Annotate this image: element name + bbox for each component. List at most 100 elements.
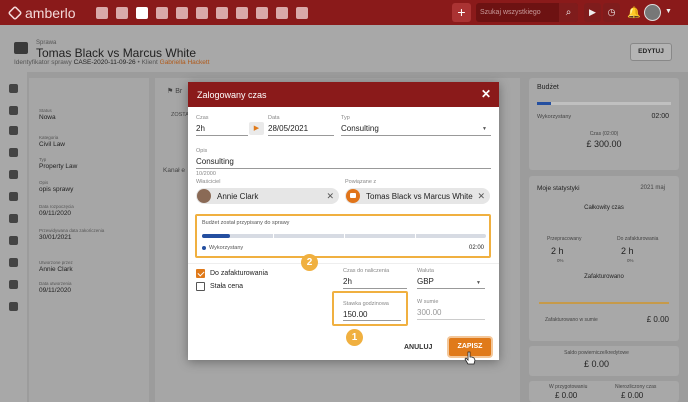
prepaid-value: £ 0.00 (583, 359, 610, 369)
time-label: Czas (196, 115, 209, 121)
related-chip[interactable]: Tomas Black vs Marcus White ✕ (345, 188, 490, 204)
type-select[interactable]: Property Law (39, 163, 77, 170)
folder-icon[interactable] (9, 258, 18, 267)
check-icon[interactable] (9, 148, 18, 157)
play-timer-icon[interactable]: ▶ (584, 3, 601, 22)
activity-subtab[interactable]: ZOSTA (171, 112, 189, 118)
fixed-price-checkbox[interactable] (196, 282, 205, 291)
category-label: Kategoria (39, 135, 59, 140)
institution-icon[interactable] (176, 6, 188, 19)
cases-icon[interactable] (136, 6, 148, 19)
time-icon[interactable] (9, 192, 18, 201)
bell-icon[interactable]: 🔔 (627, 6, 641, 19)
time-value[interactable]: 2h (196, 124, 209, 133)
hand-cursor-icon (464, 351, 476, 365)
cancel-button[interactable]: ANULUJ (404, 344, 432, 351)
budget-title: Budżet (537, 84, 559, 91)
planned-end-value[interactable]: 30/01/2021 (39, 234, 104, 241)
logo-icon (7, 5, 23, 20)
close-icon[interactable]: ✕ (481, 87, 491, 101)
created-date-value: 09/11/2020 (39, 287, 72, 294)
share-icon[interactable] (9, 126, 18, 135)
status-select[interactable]: Nowa (39, 114, 56, 121)
logo[interactable]: amberlo (7, 5, 88, 21)
timer-icon[interactable]: ◷ (603, 3, 620, 22)
case-id-label: Identyfikator sprawy (14, 59, 72, 66)
chevron-down-icon[interactable]: ▼ (482, 126, 487, 132)
dashboard-icon[interactable] (96, 6, 108, 19)
bill-time-value[interactable]: 2h (343, 277, 389, 286)
to-invoice-value: 2 h (621, 246, 634, 256)
dialog-title: Zalogowany czas (197, 90, 267, 100)
settings-icon[interactable] (9, 302, 18, 311)
billing-icon[interactable] (9, 236, 18, 245)
prepaid-label: Saldo powiernicze/kredytowe (564, 350, 629, 356)
date-field[interactable]: Data 28/05/2021 (268, 115, 308, 133)
search-icon[interactable]: ⌕ (559, 3, 578, 22)
list-icon[interactable] (9, 106, 18, 115)
remove-owner-icon[interactable]: ✕ (326, 191, 334, 202)
fixed-price-label[interactable]: Stała cena (210, 283, 243, 290)
budget-box: Budżet został przypisany do sprawy Wykor… (195, 214, 491, 258)
search-input[interactable]: Szukaj wszystkiego ⌕ (476, 3, 578, 22)
status-label: Status (39, 108, 52, 113)
related-label: Powiązane z (345, 179, 377, 185)
time-field[interactable]: Czas 2h (196, 115, 209, 133)
user-avatar[interactable] (644, 4, 661, 21)
client-link[interactable]: Gabriella Hackett (160, 59, 210, 66)
invoice-checkbox[interactable] (196, 269, 205, 278)
edit-button[interactable]: EDYTUJ (630, 43, 672, 61)
activity-tab[interactable]: ⚑ Br (167, 87, 182, 95)
description-field[interactable]: Opis Consulting (196, 148, 234, 166)
invoice-checkbox-label[interactable]: Do zafakturowania (210, 270, 268, 277)
budget-amount: £ 300.00 (586, 139, 622, 149)
currency-label: Waluta (417, 268, 434, 274)
budget-used-label: Wykorzystany (202, 245, 243, 251)
currency-field[interactable]: Waluta GBP (417, 268, 434, 286)
stats-period[interactable]: 2021 maj (640, 185, 665, 191)
planned-end-label: Przewidywana data zakończenia (39, 228, 105, 233)
budget-card: Budżet Wykorzystany 02:00 Czas (02:00) £… (529, 78, 679, 170)
invoice-icon[interactable] (256, 6, 268, 19)
bill-time-field[interactable]: Czas do naliczenia 2h (343, 268, 389, 286)
mail-icon[interactable] (276, 6, 288, 19)
invoiced-sum-label: Zafakturowano w sumie (545, 317, 598, 323)
created-date-label: Data utworzenia (39, 281, 72, 286)
to-invoice-pct: 0% (627, 258, 634, 263)
total-field: W sumie 300.00 (417, 299, 441, 317)
remove-related-icon[interactable]: ✕ (477, 191, 485, 202)
bill-time-label: Czas do naliczenia (343, 268, 390, 274)
budget-time-label: Czas (02:00) (589, 131, 619, 137)
stats-title[interactable]: Moje statystyki (537, 185, 580, 192)
history-icon[interactable] (216, 6, 228, 19)
play-icon[interactable]: ▶ (249, 122, 264, 135)
folder-icon[interactable] (236, 6, 248, 19)
type-value[interactable]: Consulting (341, 124, 379, 133)
worked-pct: 0% (557, 258, 564, 263)
transfer-icon[interactable] (9, 214, 18, 223)
owner-chip[interactable]: Annie Clark ✕ (196, 188, 339, 204)
type-field[interactable]: Typ Consulting (341, 115, 379, 133)
chevron-down-icon[interactable]: ▼ (476, 280, 481, 286)
book-icon[interactable] (9, 84, 18, 93)
created-by-value: Annie Clark (39, 266, 73, 273)
description-value[interactable]: opis sprawy (39, 186, 73, 193)
calendar-icon[interactable] (9, 170, 18, 179)
invoiced-sum-value: £ 0.00 (646, 315, 669, 324)
mail-icon[interactable] (9, 280, 18, 289)
description-value[interactable]: Consulting (196, 157, 234, 166)
documents-icon[interactable] (156, 6, 168, 19)
budget-used-value: 02:00 (468, 245, 484, 251)
budget-used-value: 02:00 (651, 113, 669, 120)
currency-value[interactable]: GBP (417, 277, 434, 286)
hourly-rate-input[interactable]: 150.00 (343, 310, 367, 319)
contacts-icon[interactable] (116, 6, 128, 19)
date-value[interactable]: 28/05/2021 (268, 124, 308, 133)
start-date-value[interactable]: 09/11/2020 (39, 210, 74, 217)
calendar-icon[interactable] (196, 6, 208, 19)
add-button[interactable]: + (452, 3, 471, 22)
grid-icon[interactable] (296, 6, 308, 19)
category-select[interactable]: Civil Law (39, 141, 65, 148)
chevron-down-icon[interactable]: ▼ (665, 8, 672, 15)
description-label: Opis (39, 180, 49, 185)
